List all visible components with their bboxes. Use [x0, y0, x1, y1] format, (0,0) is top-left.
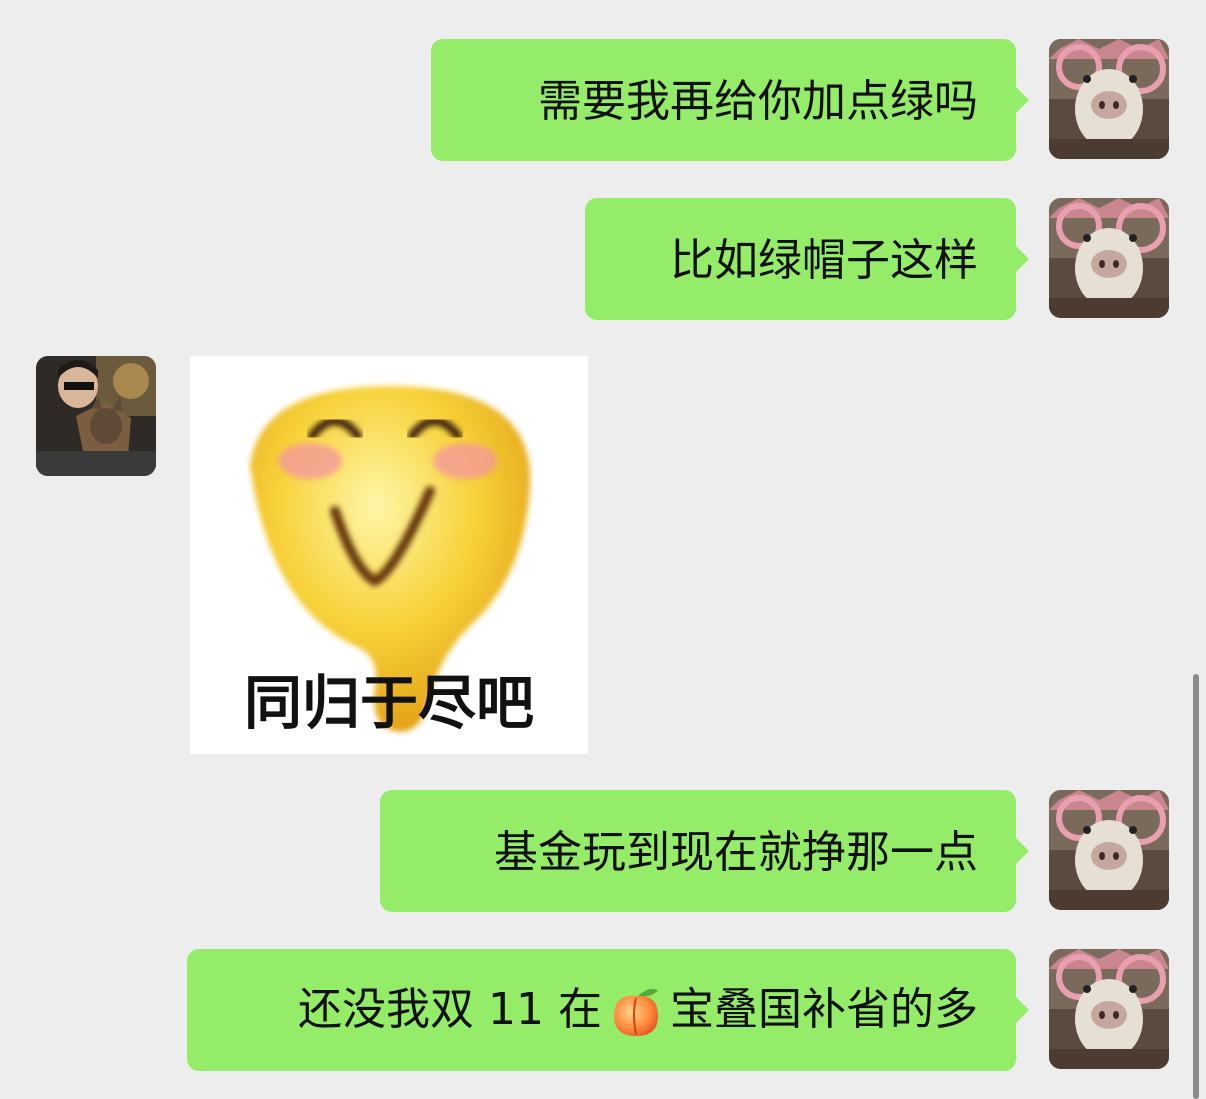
sticker-caption: 同归于尽吧	[243, 669, 534, 737]
dog-avatar-icon	[1049, 39, 1169, 159]
dog-avatar-icon	[1049, 790, 1169, 910]
sticker-message[interactable]: 同归于尽吧	[190, 356, 588, 754]
peach-icon	[614, 988, 658, 1036]
message-bubble[interactable]: 需要我再给你加点绿吗	[431, 39, 1029, 161]
scrollbar[interactable]	[1193, 674, 1199, 1099]
person-with-dog-avatar-icon	[36, 356, 156, 476]
message-text: 还没我双 11 在 宝叠国补省的多	[298, 984, 978, 1040]
message-text-after: 宝叠国补省的多	[670, 984, 978, 1035]
my-avatar[interactable]	[1049, 39, 1169, 159]
contact-avatar[interactable]	[36, 356, 156, 476]
chat-area: 需要我再给你加点绿吗 比如绿帽子这样 同归于尽吧 基金玩到现在就挣那一点 还没我…	[0, 0, 1206, 1099]
message-text: 需要我再给你加点绿吗	[538, 76, 978, 127]
message-text-before: 还没我双 11 在	[298, 984, 602, 1035]
dog-avatar-icon	[1049, 949, 1169, 1069]
message-text: 比如绿帽子这样	[670, 235, 978, 286]
my-avatar[interactable]	[1049, 790, 1169, 910]
message-bubble[interactable]: 基金玩到现在就挣那一点	[380, 790, 1029, 912]
my-avatar[interactable]	[1049, 949, 1169, 1069]
message-bubble[interactable]: 比如绿帽子这样	[585, 198, 1029, 320]
message-text: 基金玩到现在就挣那一点	[494, 827, 978, 878]
dog-avatar-icon	[1049, 198, 1169, 318]
my-avatar[interactable]	[1049, 198, 1169, 318]
message-bubble[interactable]: 还没我双 11 在 宝叠国补省的多	[187, 949, 1029, 1071]
